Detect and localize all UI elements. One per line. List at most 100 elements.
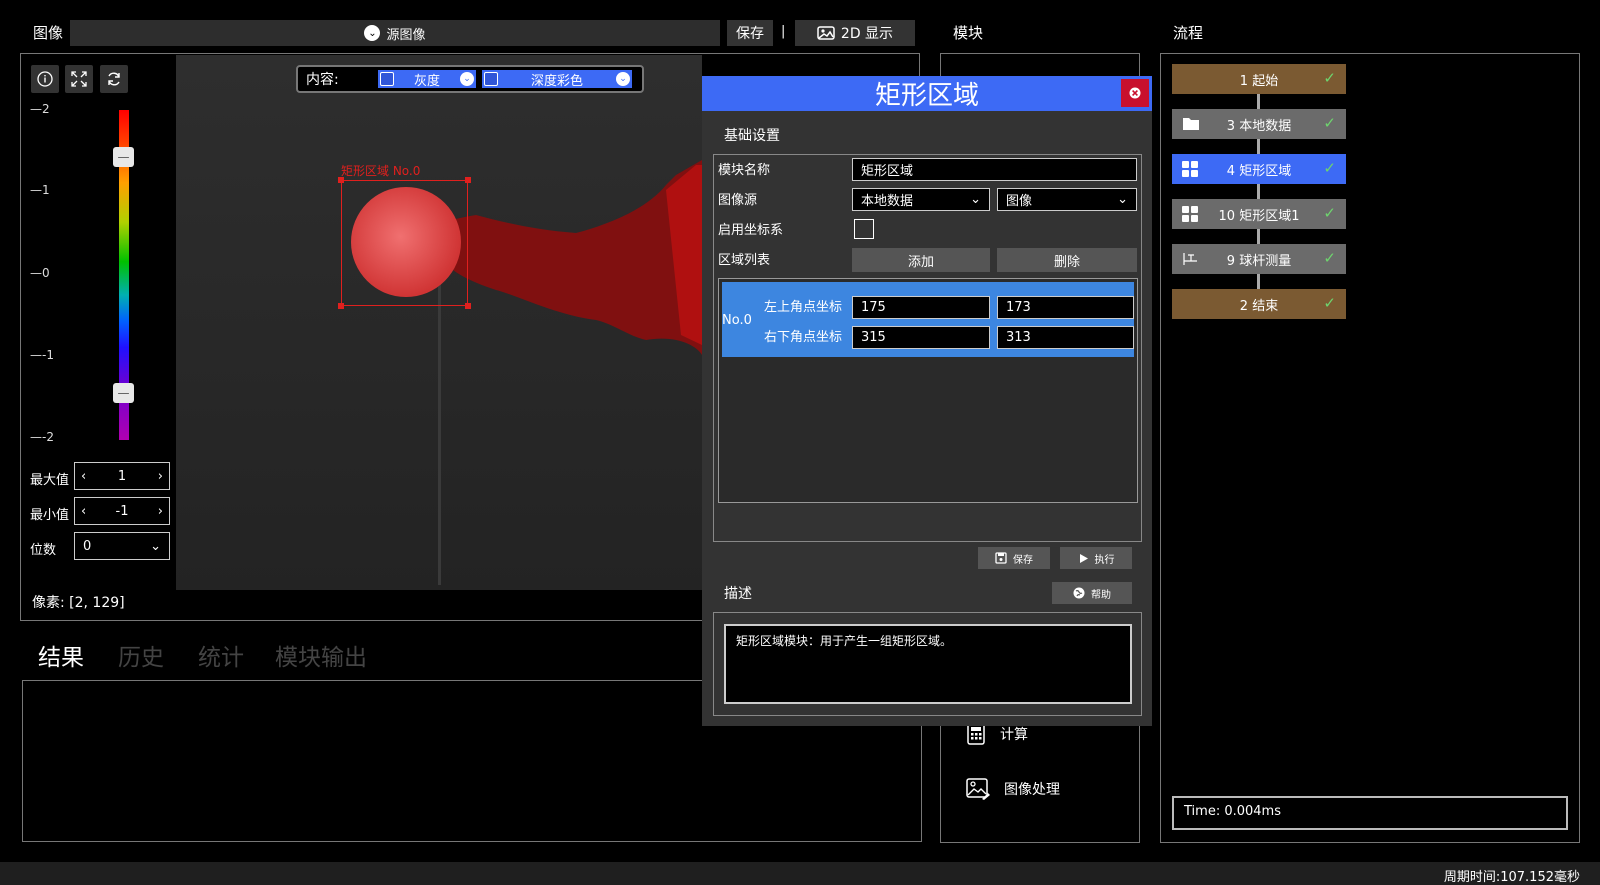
bottom-right-x-input[interactable]: 315: [852, 326, 990, 349]
info-icon: [37, 71, 53, 87]
content-selector: 内容: 灰度 ⌄ 深度彩色 ⌄: [296, 65, 644, 93]
dialog-save-label: 保存: [1013, 554, 1033, 566]
tab-module-output[interactable]: 模块输出: [275, 638, 367, 672]
info-button[interactable]: [31, 65, 59, 93]
module-item-image-processing[interactable]: 图像处理: [966, 778, 1060, 800]
flow-time-box: Time: 0.004ms: [1172, 796, 1568, 830]
refresh-button[interactable]: [100, 65, 128, 93]
dialog-close-button[interactable]: [1121, 79, 1149, 107]
description-value: 矩形区域模块：用于产生一组矩形区域。: [736, 634, 953, 648]
bottom-right-y-input[interactable]: 313: [997, 326, 1134, 349]
dialog-title-bar[interactable]: 矩形区域: [702, 76, 1152, 111]
chevron-down-icon[interactable]: ⌄: [459, 72, 474, 86]
flow-node-cue-measure[interactable]: 9 球杆测量 ✓: [1172, 244, 1346, 274]
image-save-button[interactable]: 保存: [727, 20, 773, 46]
digits-label: 位数: [30, 543, 57, 558]
module-item-label: 图像处理: [1004, 782, 1060, 798]
flow-node-rect-region-1[interactable]: 10 矩形区域1 ✓: [1172, 199, 1346, 229]
add-region-button[interactable]: 添加: [852, 248, 990, 272]
help-label: 帮助: [1091, 589, 1111, 601]
flow-node-label: 2 结束: [1239, 298, 1279, 314]
chevron-down-icon: ⌄: [364, 25, 381, 41]
digits-select[interactable]: 0 ⌄: [74, 532, 170, 560]
save-icon: [995, 552, 1007, 564]
fullscreen-button[interactable]: [65, 65, 93, 93]
dialog-run-button[interactable]: 执行: [1060, 547, 1132, 569]
chevron-right-icon[interactable]: ›: [158, 469, 163, 484]
check-icon: ✓: [1323, 249, 1336, 267]
globe-icon: [1073, 587, 1085, 599]
gray-toggle[interactable]: 灰度 ⌄: [378, 70, 476, 89]
top-left-y-input[interactable]: 173: [997, 296, 1134, 319]
top-left-x-input[interactable]: 175: [852, 296, 990, 319]
folder-icon: [1183, 118, 1199, 130]
display-mode-button[interactable]: 2D 显示: [795, 20, 915, 46]
flow-node-local-data[interactable]: 3 本地数据 ✓: [1172, 109, 1346, 139]
tab-history[interactable]: 历史: [118, 638, 164, 672]
min-slider-handle[interactable]: —: [113, 383, 134, 403]
chevron-down-icon[interactable]: ⌄: [615, 72, 630, 86]
display-mode-label: 2D 显示: [840, 26, 894, 42]
dialog-run-label: 执行: [1094, 554, 1115, 566]
image-source-label: 图像源: [718, 193, 758, 208]
flow-node-label: 4 矩形区域: [1226, 163, 1292, 179]
tab-statistics[interactable]: 统计: [198, 638, 244, 672]
check-icon: ✓: [1323, 159, 1336, 177]
colorbar-tick: —-2: [30, 430, 54, 444]
toolbar-separator: |: [781, 24, 786, 39]
region-list-label: 区域列表: [718, 253, 771, 268]
image-canvas[interactable]: 矩形区域 No.0: [176, 55, 702, 590]
digits-value: 0: [83, 538, 92, 554]
delete-region-button[interactable]: 删除: [997, 248, 1137, 272]
module-item-calc[interactable]: 计算: [966, 723, 1028, 745]
module-name-input[interactable]: 矩形区域: [852, 158, 1137, 181]
min-value-stepper[interactable]: ‹ -1 ›: [74, 497, 170, 525]
tab-results[interactable]: 结果: [38, 638, 84, 672]
checkbox-icon[interactable]: [484, 72, 498, 86]
checkbox-icon[interactable]: [380, 72, 394, 86]
check-icon: ✓: [1323, 69, 1336, 87]
description-text: 矩形区域模块：用于产生一组矩形区域。: [724, 624, 1132, 704]
roi-handle[interactable]: [465, 177, 471, 183]
max-value: 1: [117, 468, 127, 484]
dialog-save-button[interactable]: 保存: [978, 547, 1050, 569]
coord-system-checkbox[interactable]: [854, 219, 874, 239]
max-value-stepper[interactable]: ‹ 1 ›: [74, 462, 170, 490]
play-icon: [1079, 553, 1088, 563]
roi-rectangle[interactable]: [341, 180, 468, 306]
module-item-label: 计算: [1000, 727, 1028, 743]
close-icon: [1129, 87, 1141, 99]
roi-handle[interactable]: [338, 303, 344, 309]
section-desc-title: 描述: [724, 586, 752, 602]
roi-label: 矩形区域 No.0: [341, 164, 421, 178]
chevron-left-icon[interactable]: ‹: [81, 469, 86, 484]
roi-handle[interactable]: [465, 303, 471, 309]
image-source-select-1[interactable]: 本地数据 ⌄: [852, 188, 990, 211]
flow-node-end[interactable]: 2 结束 ✓: [1172, 289, 1346, 319]
flow-node-rect-region[interactable]: 4 矩形区域 ✓: [1172, 154, 1346, 184]
check-icon: ✓: [1323, 204, 1336, 222]
flow-node-start[interactable]: 1 起始 ✓: [1172, 64, 1346, 94]
chevron-left-icon[interactable]: ‹: [81, 504, 86, 519]
image-source-value-2: 图像: [1006, 194, 1033, 209]
min-value-label: 最小值: [30, 508, 70, 523]
image-edit-icon: [966, 778, 990, 800]
image-source-value-1: 本地数据: [861, 194, 914, 209]
image-source-select-2[interactable]: 图像 ⌄: [997, 188, 1137, 211]
dialog-title: 矩形区域: [874, 81, 979, 111]
max-slider-handle[interactable]: —: [113, 147, 134, 167]
depth-image: [351, 160, 702, 585]
rect-region-dialog: 矩形区域 基础设置 模块名称 矩形区域 图像源 本地数据 ⌄ 图像 ⌄ 启用坐标…: [702, 76, 1152, 726]
chevron-right-icon[interactable]: ›: [158, 504, 163, 519]
chevron-down-icon: ⌄: [970, 192, 981, 207]
flow-node-label: 1 起始: [1239, 73, 1279, 89]
help-button[interactable]: 帮助: [1052, 582, 1132, 604]
calculator-icon: [967, 723, 985, 745]
flow-node-label: 9 球杆测量: [1226, 253, 1292, 269]
measure-icon: [1183, 253, 1197, 265]
depth-color-toggle[interactable]: 深度彩色 ⌄: [482, 70, 632, 89]
colorbar-tick: —1: [30, 183, 50, 197]
pixel-readout: 像素: [2, 129]: [32, 595, 125, 611]
image-source-dropdown[interactable]: ⌄ 源图像: [70, 20, 720, 46]
depth-color-label: 深度彩色: [530, 73, 583, 89]
